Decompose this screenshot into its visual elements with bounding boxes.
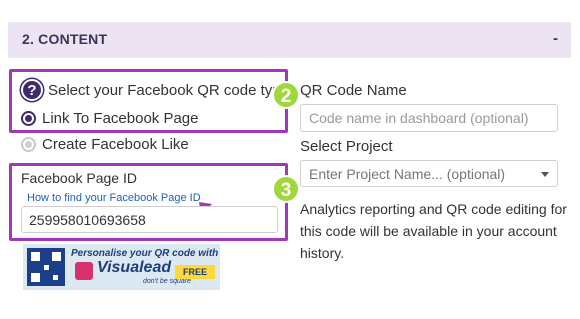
project-select[interactable]: Enter Project Name... (optional) <box>300 160 558 187</box>
section-header[interactable]: 2. CONTENT - <box>0 0 580 60</box>
page-id-label: Facebook Page ID <box>21 170 137 186</box>
promo-text: Personalise your QR code with <box>71 248 219 259</box>
radio-selected-icon[interactable] <box>21 110 36 126</box>
qr-type-label: Select your Facebook QR code type: <box>48 82 294 99</box>
step-2-badge: 2 <box>272 81 300 109</box>
radio-link-to-page[interactable]: Link To Facebook Page <box>21 110 199 127</box>
qr-name-input[interactable] <box>300 104 558 132</box>
promo-tagline: don't be square <box>143 278 192 285</box>
promo-free-badge: FREE <box>175 265 215 279</box>
collapse-toggle[interactable]: - <box>553 30 558 47</box>
find-page-id-link[interactable]: How to find your Facebook Page ID <box>27 192 201 204</box>
page-id-input[interactable] <box>21 206 278 233</box>
qr-name-label: QR Code Name <box>300 82 407 99</box>
visualead-logo-icon <box>75 262 93 280</box>
promo-brand: Visualead <box>97 259 172 276</box>
project-label: Select Project <box>300 138 393 155</box>
radio-like-label: Create Facebook Like <box>42 136 189 153</box>
analytics-note: Analytics reporting and QR code editing … <box>300 201 567 261</box>
step-3-badge: 3 <box>272 175 300 203</box>
qr-thumbnail-icon <box>27 248 65 286</box>
radio-unselected-icon[interactable] <box>21 136 36 152</box>
radio-link-label: Link To Facebook Page <box>42 110 199 127</box>
chevron-down-icon <box>541 172 549 177</box>
question-circle-icon[interactable]: ? <box>21 79 43 101</box>
section-title: 2. CONTENT <box>22 31 108 47</box>
project-select-placeholder: Enter Project Name... (optional) <box>309 166 506 182</box>
radio-create-like[interactable]: Create Facebook Like <box>21 136 189 153</box>
personalise-promo-banner[interactable]: Personalise your QR code with Visualead … <box>23 244 220 290</box>
